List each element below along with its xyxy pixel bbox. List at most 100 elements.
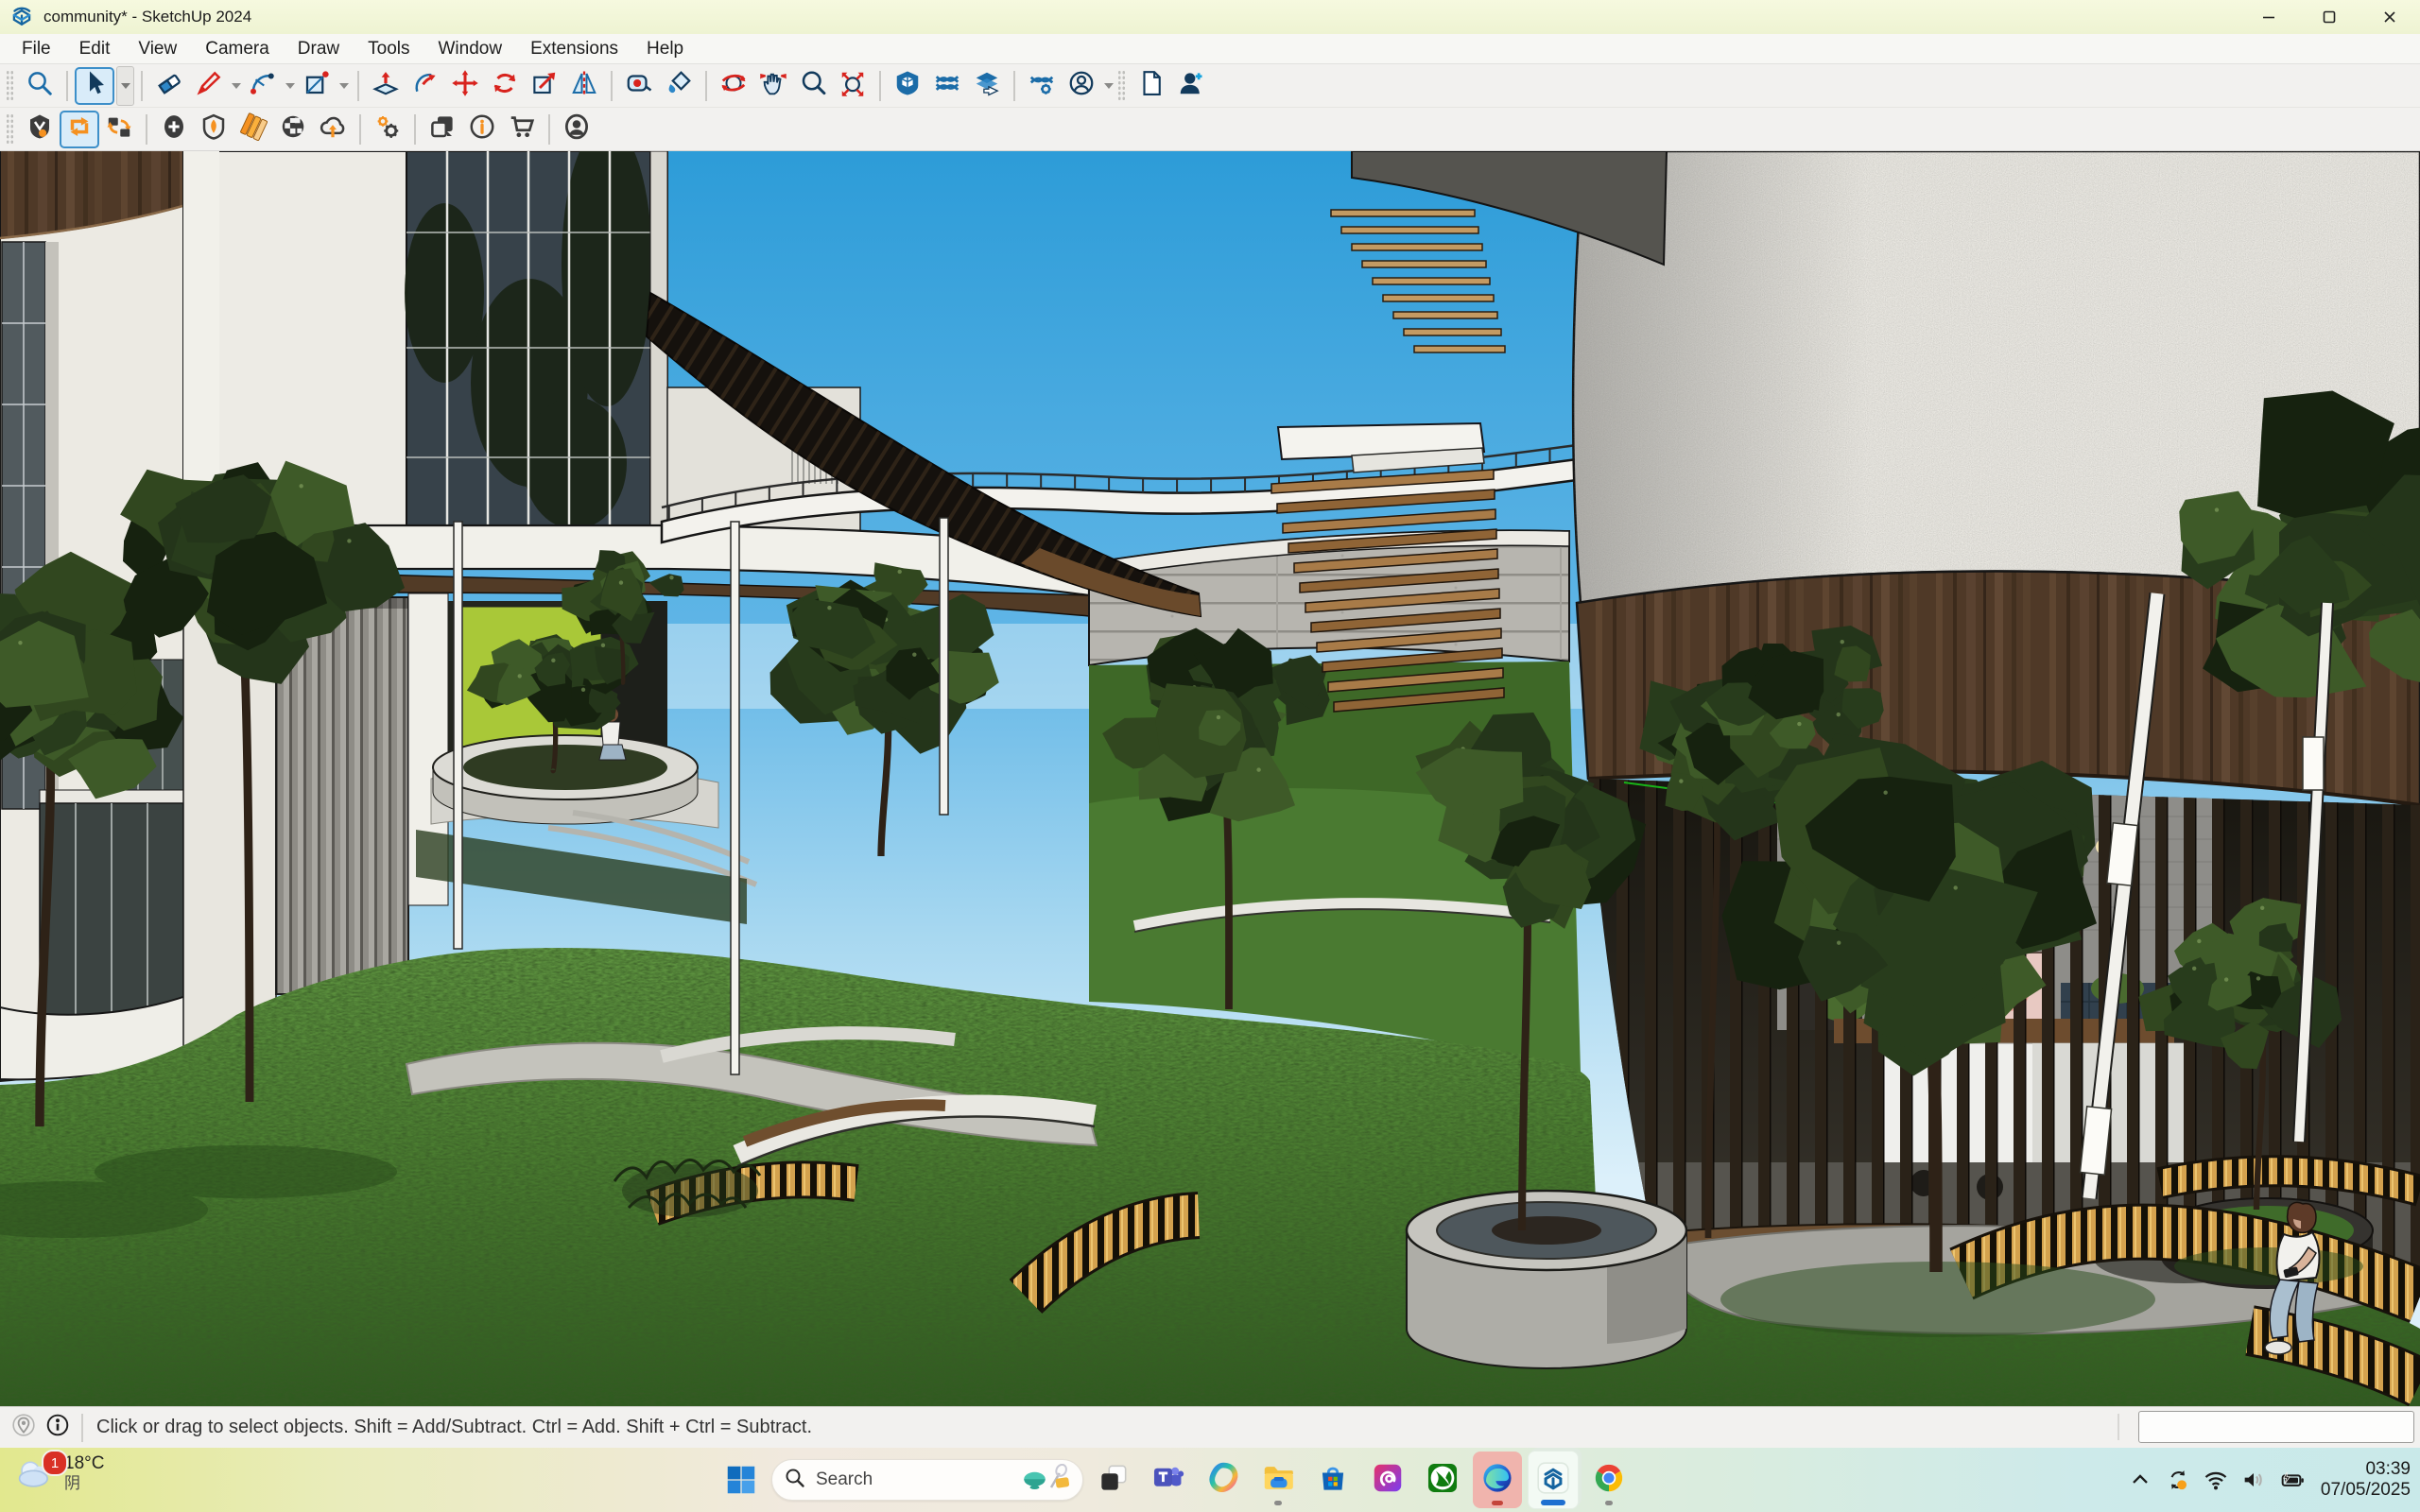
maximize-button[interactable] — [2299, 0, 2360, 34]
shapes-icon — [302, 69, 331, 102]
add-object-icon — [160, 112, 188, 146]
search-highlight-food-icon — [1022, 1464, 1071, 1497]
toolbar-grip[interactable] — [1117, 70, 1126, 102]
rotate-tool-button[interactable] — [485, 67, 525, 105]
account-icon — [1067, 69, 1096, 102]
eraser-tool-button[interactable] — [149, 67, 189, 105]
paint-bucket-tool-button[interactable] — [659, 67, 699, 105]
view-sync-tool-button[interactable] — [99, 111, 139, 148]
search-box[interactable]: Search — [771, 1459, 1083, 1501]
live-updates-tool-button[interactable] — [60, 111, 99, 148]
start-button[interactable] — [717, 1452, 766, 1508]
share-model-tool-button[interactable] — [967, 67, 1007, 105]
orbit-icon — [719, 69, 748, 102]
zoom-extents-tool-button[interactable] — [833, 67, 873, 105]
tray-onedrive-sync-icon[interactable] — [2162, 1461, 2194, 1499]
move-tool-button[interactable] — [445, 67, 485, 105]
panorama-tool-button[interactable] — [273, 111, 313, 148]
new-document-tool-button[interactable] — [1132, 67, 1171, 105]
freehand-tool-button[interactable] — [189, 67, 229, 105]
taskbar-app-xbox[interactable] — [1418, 1452, 1467, 1508]
push-pull-tool-button[interactable] — [366, 67, 406, 105]
close-button[interactable] — [2360, 0, 2420, 34]
toolbar-separator — [357, 71, 359, 101]
taskbar-app-edge[interactable] — [1473, 1452, 1522, 1508]
help-icon[interactable] — [45, 1413, 70, 1442]
arcs-tool-button[interactable] — [243, 67, 283, 105]
toolbar-grip[interactable] — [6, 113, 14, 146]
settings-gears-tool-button[interactable] — [368, 111, 407, 148]
select-dropdown-button[interactable] — [116, 66, 134, 106]
taskbar-app-teams[interactable] — [1144, 1452, 1193, 1508]
materials-tool-button[interactable] — [233, 111, 273, 148]
tape-measure-tool-button[interactable] — [619, 67, 659, 105]
menu-camera[interactable]: Camera — [191, 36, 284, 62]
extension-warehouse-tool-button[interactable] — [927, 67, 967, 105]
pan-icon — [759, 69, 787, 102]
toolbar-grip[interactable] — [6, 70, 14, 102]
zoom-tool-button[interactable] — [793, 67, 833, 105]
menu-help[interactable]: Help — [632, 36, 698, 62]
taskbar-app-microsoft-store[interactable] — [1308, 1452, 1357, 1508]
shapes-dropdown-button[interactable] — [337, 67, 351, 105]
add-object-tool-button[interactable] — [154, 111, 194, 148]
toolbar-separator — [611, 71, 613, 101]
viewport-3d-scene[interactable] — [0, 151, 2420, 1406]
weather-badge: 1 — [42, 1450, 68, 1476]
freehand-dropdown-button[interactable] — [229, 67, 243, 105]
orbit-tool-button[interactable] — [714, 67, 753, 105]
taskbar-app-chrome[interactable] — [1584, 1452, 1634, 1508]
taskbar-app-copilot[interactable] — [1199, 1452, 1248, 1508]
taskbar-app-task-view[interactable] — [1089, 1452, 1138, 1508]
add-collaborator-tool-button[interactable] — [1171, 67, 1211, 105]
menu-file[interactable]: File — [8, 36, 65, 62]
push-pull-icon — [372, 69, 400, 102]
window-title: community* - SketchUp 2024 — [43, 8, 251, 26]
profile-tool-button[interactable] — [557, 111, 596, 148]
rotate-icon — [491, 69, 519, 102]
asset-shield-tool-button[interactable] — [194, 111, 233, 148]
tray-wifi-icon[interactable] — [2200, 1461, 2232, 1499]
arcs-dropdown-button[interactable] — [283, 67, 297, 105]
system-tray: 03:3907/05/2025 — [2124, 1448, 2411, 1512]
follow-me-tool-button[interactable] — [406, 67, 445, 105]
menu-tools[interactable]: Tools — [354, 36, 424, 62]
get-models-tool-button[interactable] — [888, 67, 927, 105]
search-tool-button[interactable] — [20, 67, 60, 105]
pan-tool-button[interactable] — [753, 67, 793, 105]
info-tool-button[interactable] — [462, 111, 502, 148]
geolocation-icon[interactable] — [11, 1413, 36, 1442]
account-dropdown-button[interactable] — [1101, 67, 1115, 105]
menu-window[interactable]: Window — [424, 36, 517, 62]
menu-extensions[interactable]: Extensions — [516, 36, 632, 62]
tray-chevron-up-icon[interactable] — [2124, 1461, 2156, 1499]
scale-tool-button[interactable] — [525, 67, 564, 105]
menu-bar: FileEditViewCameraDrawToolsWindowExtensi… — [0, 34, 2420, 64]
account-tool-button[interactable] — [1062, 67, 1101, 105]
taskbar-app-file-explorer[interactable] — [1253, 1452, 1303, 1508]
select-tool-button[interactable] — [75, 67, 114, 105]
taskbar-app-sketchup[interactable] — [1528, 1451, 1579, 1509]
extension-logo-tool-button[interactable] — [20, 111, 60, 148]
measurements-input[interactable] — [2138, 1411, 2414, 1443]
extension-manager-tool-button[interactable] — [1022, 67, 1062, 105]
sketchup-logo-icon — [9, 3, 34, 32]
minimize-button[interactable] — [2238, 0, 2299, 34]
clock[interactable]: 03:3907/05/2025 — [2321, 1459, 2411, 1502]
menu-edit[interactable]: Edit — [65, 36, 125, 62]
search-placeholder: Search — [816, 1469, 1012, 1490]
window-panels-tool-button[interactable] — [423, 111, 462, 148]
cart-tool-button[interactable] — [502, 111, 542, 148]
task-view-icon — [1096, 1460, 1132, 1501]
taskbar-app-assistant-app[interactable] — [1363, 1452, 1412, 1508]
tray-volume-icon[interactable] — [2238, 1461, 2270, 1499]
weather-widget[interactable]: 1 18°C 阴 — [13, 1453, 104, 1496]
flip-tool-button[interactable] — [564, 67, 604, 105]
menu-draw[interactable]: Draw — [284, 36, 354, 62]
tray-battery-icon[interactable] — [2275, 1461, 2308, 1499]
eraser-icon — [155, 69, 183, 102]
xbox-icon — [1425, 1460, 1461, 1501]
shapes-tool-button[interactable] — [297, 67, 337, 105]
menu-view[interactable]: View — [124, 36, 191, 62]
cloud-upload-tool-button[interactable] — [313, 111, 353, 148]
